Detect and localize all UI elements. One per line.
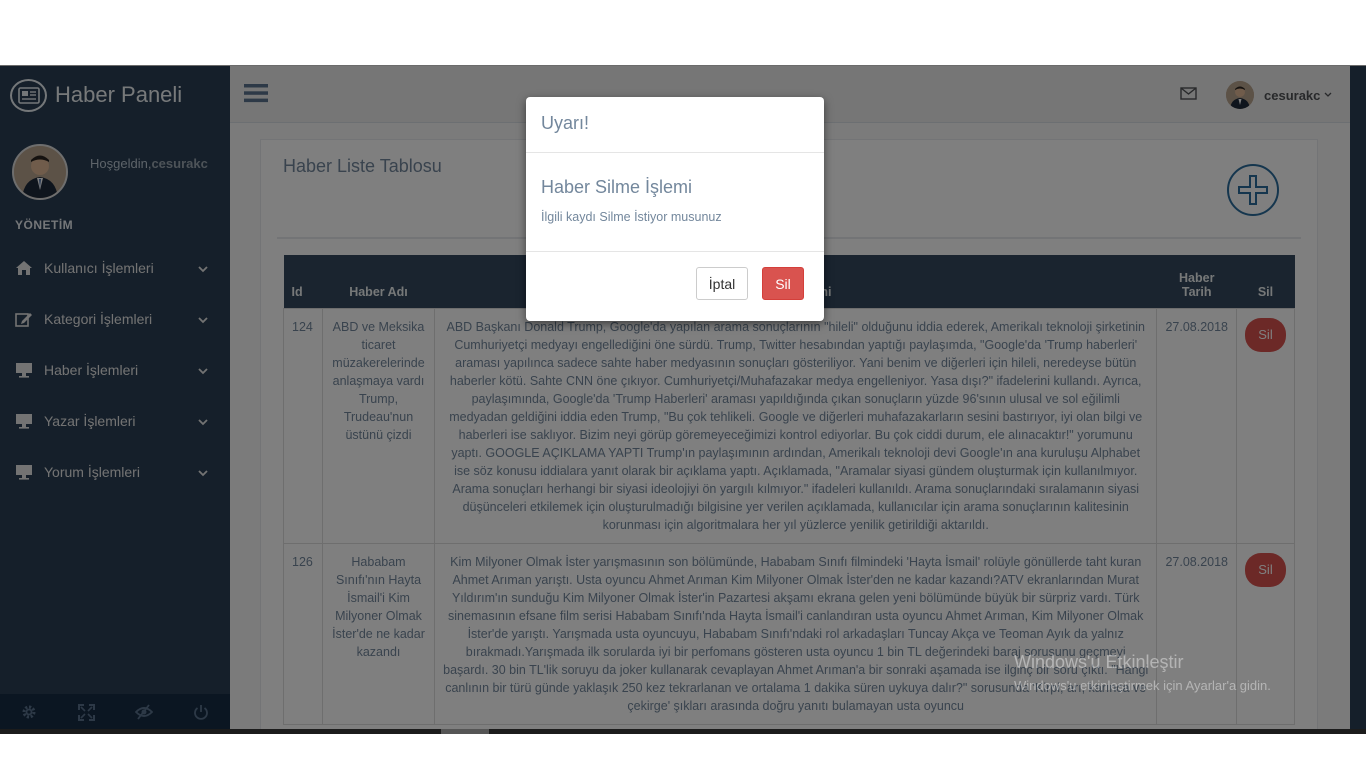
- watermark-title: Windows'u Etkinleştir: [1014, 652, 1184, 672]
- activation-watermark: Windows'u Etkinleştir Windows'u etkinleş…: [1014, 652, 1271, 693]
- page-bottom-blank: [0, 734, 1366, 768]
- cancel-button[interactable]: İptal: [696, 267, 748, 300]
- modal-body-title: Haber Silme İşlemi: [541, 177, 693, 197]
- modal-body-text: İlgili kaydı Silme İstiyor musunuz: [541, 210, 722, 224]
- modal-body: Haber Silme İşlemi İlgili kaydı Silme İs…: [526, 153, 824, 252]
- modal-title: Uyarı!: [526, 97, 824, 153]
- watermark-subtitle: Windows'u etkinleştirmek için Ayarlar'a …: [1014, 678, 1271, 693]
- modal-footer: İptal Sil: [526, 252, 824, 321]
- confirm-delete-modal: Uyarı! Haber Silme İşlemi İlgili kaydı S…: [526, 97, 824, 321]
- confirm-delete-button[interactable]: Sil: [762, 267, 804, 300]
